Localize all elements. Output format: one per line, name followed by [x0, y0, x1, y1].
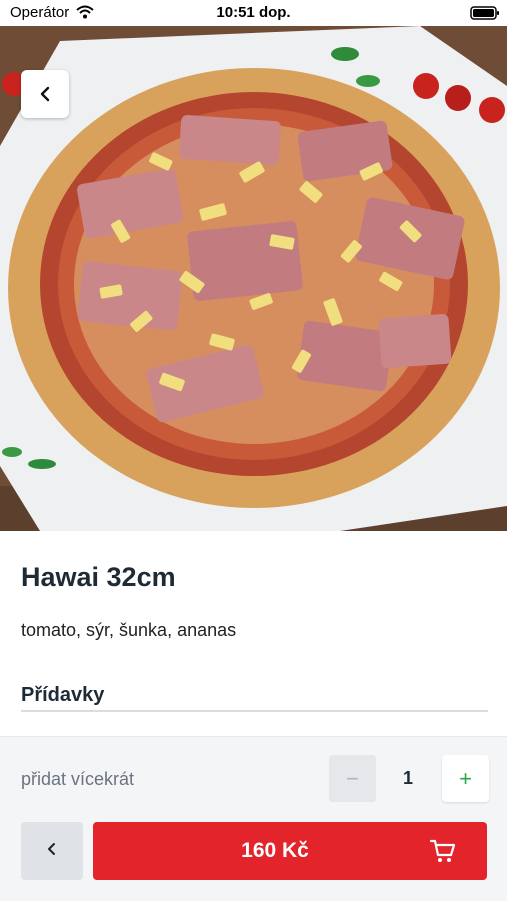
back-button[interactable] [21, 70, 69, 118]
add-to-cart-button[interactable]: 160 Kč [93, 822, 487, 880]
product-image [0, 26, 507, 531]
back-button-bottom[interactable] [21, 822, 83, 880]
plus-icon: + [459, 765, 472, 791]
status-bar: Operátor 10:51 dop. [0, 0, 507, 26]
add-multiple-label: přidat vícekrát [21, 769, 135, 789]
quantity-decrement-button[interactable]: − [329, 755, 376, 802]
chevron-left-icon [46, 842, 58, 861]
minus-icon: − [346, 765, 359, 791]
product-description: tomato, sýr, šunka, ananas [21, 620, 237, 640]
quantity-increment-button[interactable]: + [442, 755, 489, 802]
chevron-left-icon [38, 86, 52, 102]
cart-icon [429, 838, 457, 869]
price-label: 160 Kč [241, 839, 309, 862]
status-time: 10:51 dop. [216, 4, 291, 21]
battery-icon [470, 6, 500, 25]
product-title: Hawai 32cm [21, 562, 176, 592]
quantity-value: 1 [402, 768, 413, 788]
addons-divider [21, 710, 488, 712]
addons-heading: Přídavky [21, 684, 105, 706]
